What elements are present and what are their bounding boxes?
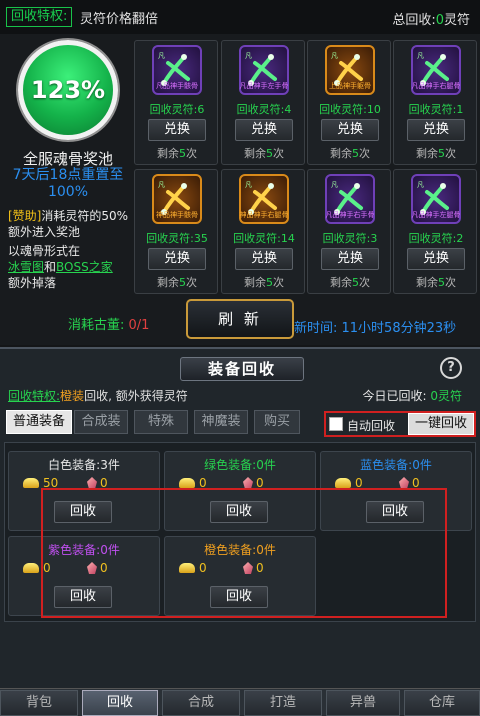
recycle-fu-count: 回收灵符:2 [408,232,464,245]
prize-pool-percent: 123% [30,76,106,104]
bone-item-label: 凡品神手骸骨 [156,82,198,90]
recycle-fu-count: 回收灵符:4 [236,103,292,116]
exchange-card: 凡凡品神手右手骨回收灵符:3 兑换剩余5次 [307,169,391,294]
bone-item-icon[interactable]: 凡凡品神手左腿骨 [411,174,461,224]
gold-ingot-icon [179,478,195,488]
exchange-card: 凡凡品神手左手骨回收灵符:4 兑换剩余5次 [221,40,305,165]
exchange-button[interactable]: 兑换 [148,119,206,141]
auto-recycle-checkbox[interactable] [329,417,343,431]
svg-text:凡: 凡 [245,181,252,189]
svg-text:凡: 凡 [331,52,338,60]
exchange-card: 凡凡品神手右腿骨回收灵符:1 兑换剩余5次 [393,40,477,165]
bone-item-icon[interactable]: 凡凡品神手右手骨 [325,174,375,224]
remaining-count: 剩余5次 [157,276,197,289]
bone-item-label: 神品神手骸骨 [156,211,198,219]
nav-tab-recycle[interactable]: 回收 [82,690,158,716]
bone-item-icon[interactable]: 凡凡品神手骸骨 [152,45,202,95]
remaining-count: 剩余5次 [330,147,370,160]
remaining-count: 剩余5次 [416,276,456,289]
equip-count-title: 蓝色装备:0件 [360,458,432,472]
recycle-fu-count: 回收灵符:1 [408,103,464,116]
bone-item-label: 凡品神手左手骨 [239,82,289,90]
antique-consume: 消耗古董: 0/1 [68,318,150,333]
prize-pool-orb: 123% [18,40,118,140]
svg-text:凡: 凡 [245,52,252,60]
exchange-button[interactable]: 兑换 [148,248,206,270]
exchange-card: 凡凡品神手骸骨回收灵符:6 兑换剩余5次 [134,40,218,165]
sponsor-note: [赞助]消耗灵符的50%额外进入奖池 [8,209,129,239]
nav-tab-synthesis[interactable]: 合成 [162,690,240,716]
bone-item-icon[interactable]: 凡神品神手骸骨 [152,174,202,224]
total-recycle: 总回收:0灵符 [392,13,470,28]
exchange-card: 凡神品神手骸骨回收灵符:35 兑换剩余5次 [134,169,218,294]
tab-special[interactable]: 特殊 [134,410,188,434]
remaining-count: 剩余5次 [244,276,284,289]
bone-item-label: 凡品神手右手骨 [325,211,375,219]
link-ice-snow-map[interactable]: 冰雪图 [8,260,44,274]
bone-item-icon[interactable]: 凡凡品神手左手骨 [239,45,289,95]
nav-tab-bag[interactable]: 背包 [0,690,78,716]
link-boss-home[interactable]: BOSS之家 [56,260,113,274]
bone-item-icon[interactable]: 凡神品神手右腿骨 [239,174,289,224]
privilege-desc: 灵符价格翻倍 [80,12,159,27]
svg-text:凡: 凡 [417,181,424,189]
nav-tab-forge[interactable]: 打造 [244,690,322,716]
exchange-button[interactable]: 兑换 [321,248,379,270]
recycle-fu-count: 回收灵符:14 [233,232,295,245]
gold-ingot-icon [23,478,39,488]
tab-normal-equip[interactable]: 普通装备 [6,410,72,434]
bone-item-label: 上品神手躯骨 [329,82,371,90]
exchange-button[interactable]: 兑换 [235,119,293,141]
prize-pool-title: 全服魂骨奖池 [22,150,113,168]
recycle-fu-count: 回收灵符:3 [322,232,378,245]
exchange-card: 凡凡品神手左腿骨回收灵符:2 兑换剩余5次 [393,169,477,294]
exchange-button[interactable]: 兑换 [407,119,465,141]
nav-tab-beast[interactable]: 异兽 [326,690,400,716]
equipment-recycle-title: 装备回收 [180,357,304,381]
bone-item-label: 神品神手右腿骨 [239,211,289,219]
bone-item-label: 凡品神手左腿骨 [411,211,461,219]
exchange-button[interactable]: 兑换 [235,248,293,270]
privilege-tag[interactable]: 回收特权: [6,7,73,27]
svg-text:凡: 凡 [331,181,338,189]
help-icon[interactable]: ? [440,357,462,379]
svg-text:凡: 凡 [158,181,165,189]
exchange-card: 凡神品神手右腿骨回收灵符:14 兑换剩余5次 [221,169,305,294]
gold-ingot-icon [335,478,351,488]
recycle-fu-count: 回收灵符:35 [146,232,208,245]
tab-divine-demon-equip[interactable]: 神魔装 [194,410,248,434]
nav-tab-warehouse[interactable]: 仓库 [404,690,480,716]
bone-item-icon[interactable]: 凡凡品神手右腿骨 [411,45,461,95]
exchange-button[interactable]: 兑换 [407,248,465,270]
auto-recycle-label: 自动回收 [347,419,396,433]
remaining-count: 剩余5次 [330,276,370,289]
prize-pool-reset-text: 7天后18点重置至100% [12,167,124,200]
recycle-fu-count: 回收灵符:6 [149,103,205,116]
one-key-recycle-button[interactable]: 一键回收 [408,413,474,435]
refresh-button[interactable]: 刷 新 [186,299,294,339]
bone-drop-note: 以魂骨形式在 冰雪图和BOSS之家 额外掉落 [8,244,113,290]
bone-item-icon[interactable]: 凡上品神手躯骨 [325,45,375,95]
exchange-card: 凡上品神手躯骨回收灵符:10 兑换剩余5次 [307,40,391,165]
recycle-privilege-line: 回收特权:橙装回收, 额外获得灵符 [8,389,188,403]
remaining-count: 剩余5次 [157,147,197,160]
equip-count-title: 白色装备:3件 [48,458,120,472]
equip-count-title: 绿色装备:0件 [204,458,276,472]
bone-item-label: 凡品神手右腿骨 [411,82,461,90]
gold-ingot-icon [23,563,39,573]
remaining-count: 剩余5次 [416,147,456,160]
svg-text:凡: 凡 [417,52,424,60]
tab-synthesis-equip[interactable]: 合成装 [74,410,128,434]
svg-text:凡: 凡 [158,52,165,60]
exchange-button[interactable]: 兑换 [321,119,379,141]
remaining-count: 剩余5次 [244,147,284,160]
recycle-buttons-highlight [41,488,447,618]
today-recycled: 今日已回收: 0灵符 [362,389,462,403]
tab-purchase[interactable]: 购买 [254,410,300,434]
recycle-fu-count: 回收灵符:10 [319,103,381,116]
refresh-countdown: 新时间: 11小时58分钟23秒 [294,321,457,336]
